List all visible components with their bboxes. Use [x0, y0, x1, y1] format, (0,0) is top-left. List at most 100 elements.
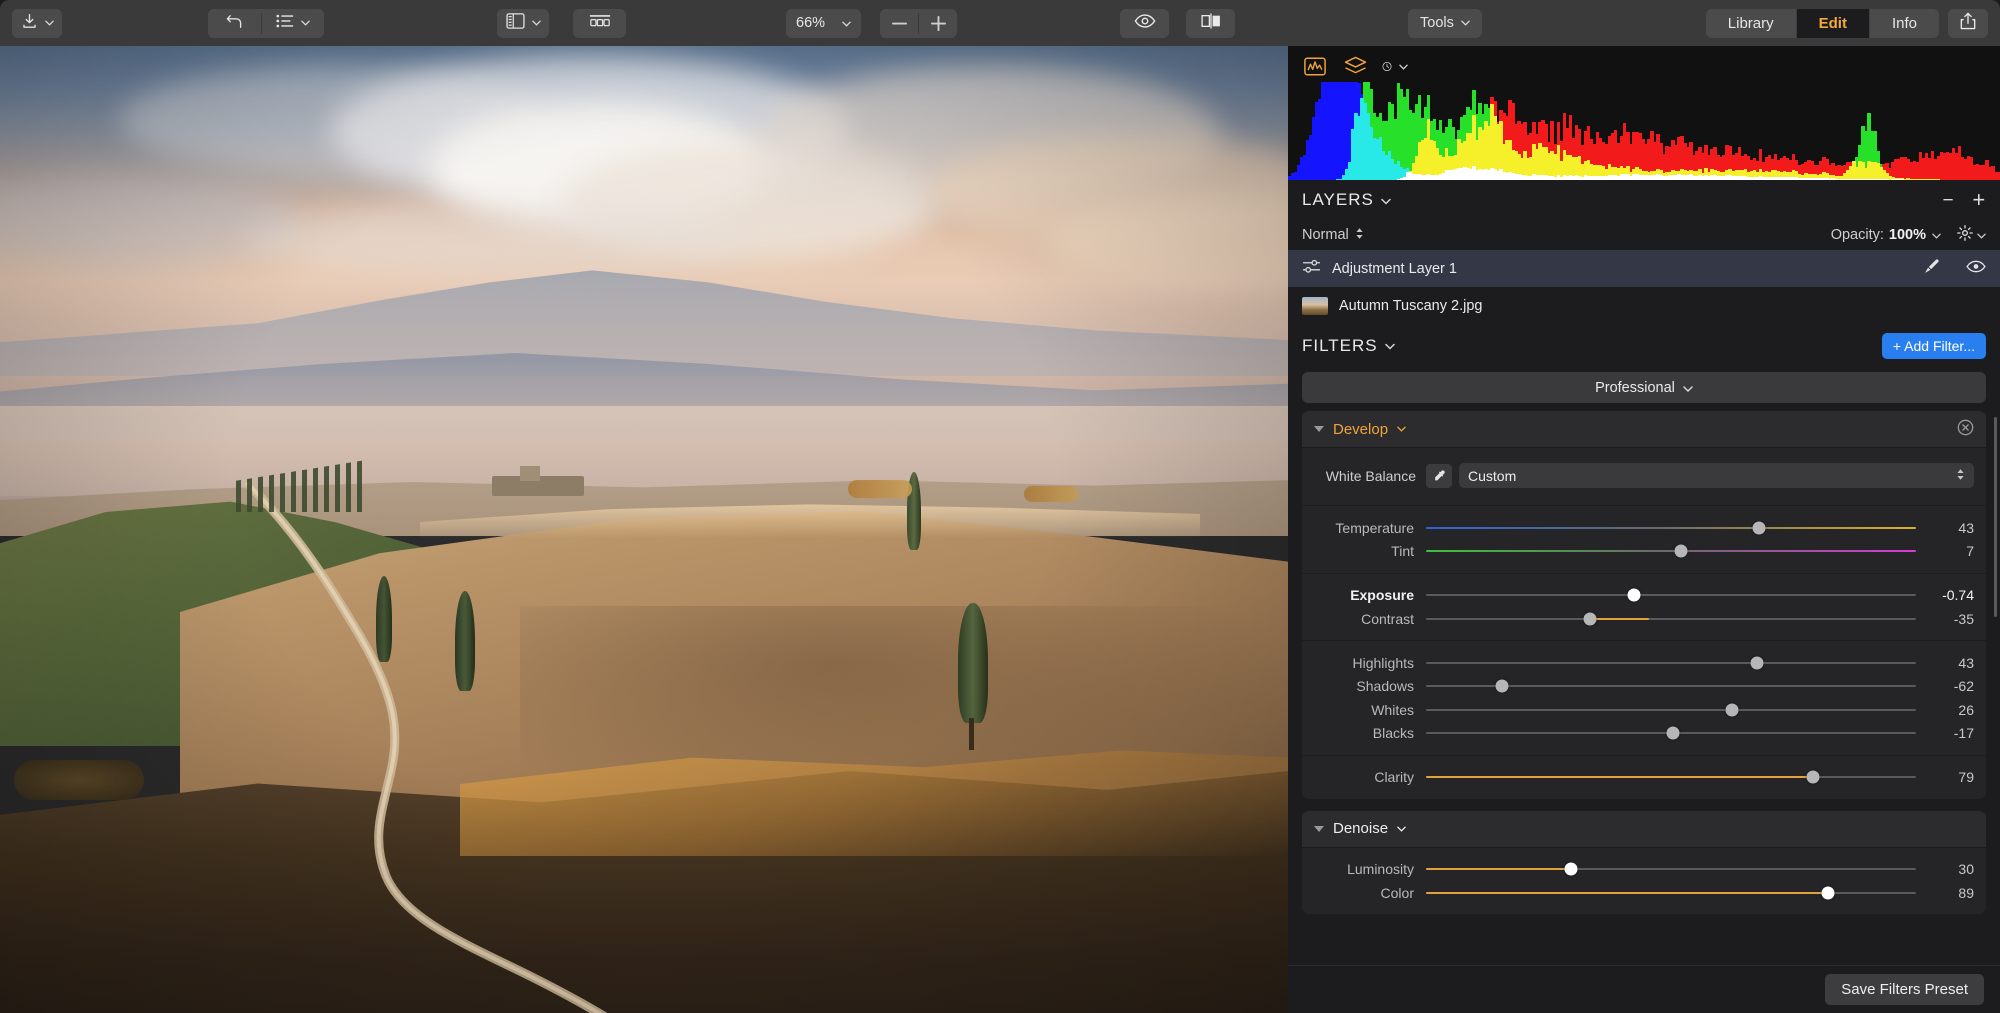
filter-card-header[interactable]: Develop — [1302, 411, 1986, 447]
chevron-down-icon[interactable] — [1381, 190, 1391, 210]
view-options-button[interactable] — [262, 9, 324, 38]
stepper-arrows-icon[interactable] — [1355, 227, 1364, 244]
slider-value[interactable]: 79 — [1916, 769, 1974, 785]
chevron-down-icon — [1683, 380, 1693, 396]
image-canvas[interactable] — [0, 46, 1288, 1013]
list-icon — [276, 14, 294, 32]
preview-toggle-button[interactable] — [1120, 8, 1169, 38]
slider-row: Luminosity 30 — [1302, 858, 1986, 880]
preset-category-dropdown[interactable]: Professional — [1302, 372, 1986, 403]
filters-list[interactable]: Develop White Balance Custom Temperature 43 T… — [1288, 411, 2000, 965]
filmstrip-button[interactable] — [573, 8, 626, 38]
slider-row: Color 89 — [1302, 882, 1986, 904]
slider-handle[interactable] — [1821, 886, 1835, 899]
add-layer-button[interactable]: + — [1972, 189, 1986, 211]
slider-value[interactable]: 30 — [1916, 861, 1974, 877]
white-balance-select[interactable]: Custom — [1459, 463, 1974, 488]
slider-group: Clarity 79 — [1302, 754, 1986, 799]
zoom-in-button[interactable] — [919, 9, 957, 38]
layers-stack-icon[interactable] — [1342, 54, 1368, 78]
slider-label: Highlights — [1352, 654, 1414, 671]
chevron-down-icon[interactable] — [1397, 426, 1406, 432]
slider-track[interactable] — [1426, 679, 1916, 693]
slider-row: Blacks -17 — [1302, 722, 1986, 744]
slider-value[interactable]: -35 — [1916, 611, 1974, 627]
brush-icon[interactable] — [1923, 258, 1940, 279]
slider-track[interactable] — [1426, 770, 1916, 784]
add-filter-button[interactable]: + Add Filter... — [1881, 333, 1986, 359]
slider-value[interactable]: 26 — [1916, 702, 1974, 718]
tab-edit[interactable]: Edit — [1795, 8, 1869, 38]
remove-layer-button[interactable]: − — [1942, 191, 1954, 210]
zoom-out-button[interactable] — [880, 9, 918, 38]
zoom-level-dropdown[interactable]: 66% — [786, 8, 861, 38]
filter-card-header[interactable]: Denoise — [1302, 810, 1986, 847]
chevron-down-icon — [44, 20, 54, 26]
slider-track[interactable] — [1426, 656, 1916, 669]
tools-label: Tools — [1420, 15, 1454, 31]
blend-mode-value[interactable]: Normal — [1302, 227, 1349, 243]
histogram-graph — [1288, 82, 2000, 180]
slider-handle[interactable] — [1666, 726, 1680, 740]
slider-track[interactable] — [1426, 726, 1916, 740]
slider-track[interactable] — [1426, 521, 1916, 534]
chevron-down-icon[interactable] — [1384, 337, 1395, 355]
slider-row: Temperature 43 — [1302, 517, 1986, 539]
sidebar-panel-icon — [505, 13, 525, 33]
undo-button[interactable] — [208, 9, 261, 38]
slider-label: Contrast — [1361, 610, 1414, 627]
slider-track[interactable] — [1426, 588, 1916, 602]
slider-track[interactable] — [1426, 544, 1916, 558]
share-button[interactable] — [1948, 8, 1988, 38]
adjustment-sliders-icon — [1302, 259, 1321, 278]
tools-button[interactable]: Tools — [1408, 8, 1482, 38]
compare-before-after-button[interactable] — [1186, 8, 1235, 38]
histogram-icon[interactable] — [1302, 54, 1328, 78]
slider-track[interactable] — [1426, 703, 1916, 716]
panel-layout-button[interactable] — [497, 8, 549, 38]
slider-value[interactable]: 89 — [1916, 885, 1974, 901]
slider-handle[interactable] — [1674, 544, 1688, 558]
slider-value[interactable]: -0.74 — [1916, 587, 1974, 603]
layer-row-adjustment[interactable]: Adjustment Layer 1 — [1288, 250, 2000, 287]
slider-value[interactable]: 43 — [1916, 520, 1974, 536]
import-button[interactable] — [12, 8, 62, 38]
slider-value[interactable]: 43 — [1916, 655, 1974, 671]
slider-group: Temperature 43 Tint 7 — [1302, 505, 1986, 573]
eyedropper-icon[interactable] — [1426, 463, 1452, 488]
slider-value[interactable]: -62 — [1916, 678, 1974, 694]
opacity-value[interactable]: 100% — [1889, 227, 1926, 243]
slider-track[interactable] — [1426, 862, 1916, 876]
slider-label: Color — [1380, 884, 1414, 901]
slider-handle[interactable] — [1564, 862, 1578, 876]
layer-settings-button[interactable] — [1957, 225, 1986, 245]
slider-handle[interactable] — [1806, 770, 1820, 784]
collapse-triangle-icon[interactable] — [1314, 426, 1324, 432]
slider-track[interactable] — [1426, 612, 1916, 625]
stepper-arrows-icon — [1956, 468, 1965, 484]
remove-filter-button[interactable] — [1957, 419, 1974, 440]
slider-handle[interactable] — [1725, 703, 1739, 716]
tab-info[interactable]: Info — [1868, 8, 1939, 38]
slider-value[interactable]: -17 — [1916, 725, 1974, 741]
histogram-panel — [1288, 46, 2000, 180]
chevron-down-icon[interactable] — [1932, 227, 1941, 243]
photo-image — [0, 46, 1288, 1013]
slider-handle[interactable] — [1495, 679, 1509, 693]
filter-card: Develop White Balance Custom Temperature 43 T… — [1302, 411, 1986, 799]
filters-scrollbar[interactable] — [1994, 417, 1997, 617]
collapse-triangle-icon[interactable] — [1314, 825, 1324, 832]
slider-handle[interactable] — [1627, 588, 1641, 602]
slider-handle[interactable] — [1583, 612, 1597, 625]
slider-track[interactable] — [1426, 886, 1916, 899]
history-clock-icon[interactable] — [1382, 54, 1408, 78]
tab-library[interactable]: Library — [1706, 9, 1796, 38]
zoom-stepper — [880, 8, 957, 38]
slider-value[interactable]: 7 — [1916, 543, 1974, 559]
layer-visibility-icon[interactable] — [1966, 260, 1986, 277]
slider-handle[interactable] — [1750, 656, 1764, 669]
chevron-down-icon[interactable] — [1397, 826, 1406, 832]
layer-row-photo[interactable]: Autumn Tuscany 2.jpg — [1288, 287, 2000, 324]
slider-handle[interactable] — [1752, 521, 1766, 534]
save-filters-preset-button[interactable]: Save Filters Preset — [1825, 974, 1984, 1005]
